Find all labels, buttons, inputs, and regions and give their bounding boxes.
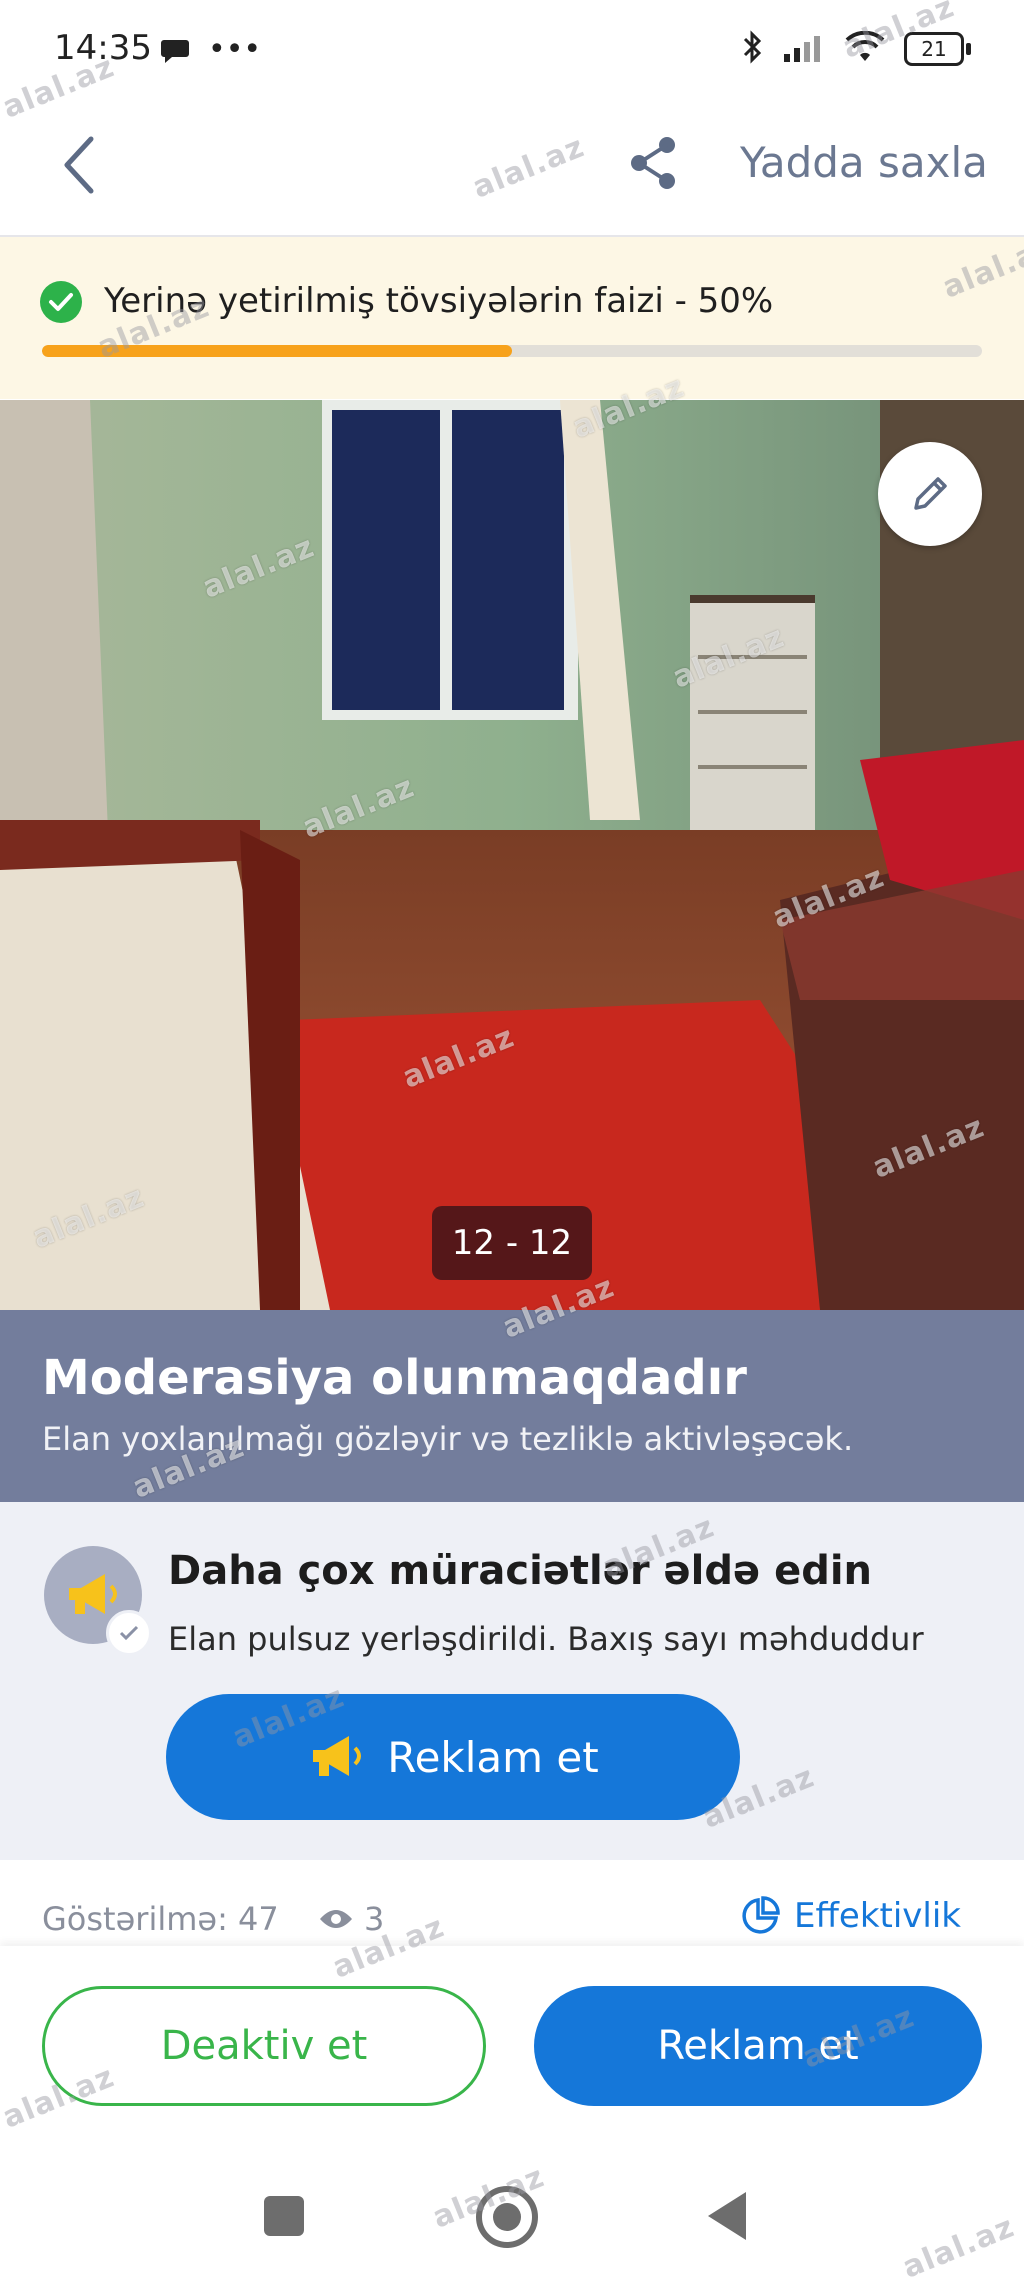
check-circle-icon [40, 281, 82, 323]
promo-card: Daha çox müraciətlər əldə edin Elan puls… [0, 1502, 1024, 1860]
room-photo-illustration [0, 400, 1024, 1310]
save-button[interactable]: Yadda saxla [740, 138, 988, 187]
wifi-icon [844, 30, 886, 67]
recents-button[interactable] [264, 2196, 304, 2236]
moderation-title: Moderasiya olunmaqdadır [42, 1350, 747, 1406]
check-badge-icon [106, 1610, 152, 1656]
progress-bar [42, 345, 982, 357]
promote-button-label: Reklam et [387, 1732, 599, 1782]
recommendations-progress: Yerinə yetirilmiş tövsiyələrin faizi - 5… [0, 237, 1024, 399]
promo-subtitle: Elan pulsuz yerləşdirildi. Baxış sayı mə… [168, 1620, 924, 1658]
advertise-button[interactable]: Reklam et [534, 1986, 982, 2106]
status-bar: 14:35 ••• 21 [0, 0, 1024, 100]
moderation-subtitle: Elan yoxlanılmağı gözləyir və tezliklə a… [42, 1420, 854, 1458]
progress-label: Yerinə yetirilmiş tövsiyələrin faizi - 5… [104, 281, 774, 321]
effectiveness-label: Effektivlik [794, 1896, 961, 1936]
system-nav-bar [0, 2116, 1024, 2276]
home-dot-icon [493, 2203, 521, 2231]
promo-title: Daha çox müraciətlər əldə edin [168, 1548, 873, 1594]
deactivate-button[interactable]: Deaktiv et [42, 1986, 486, 2106]
edit-photo-button[interactable] [878, 442, 982, 546]
megaphone-icon [313, 1736, 362, 1776]
system-icons: 21 [742, 30, 971, 68]
share-button[interactable] [618, 128, 688, 198]
views-value: 3 [364, 1900, 385, 1938]
top-bar: Yadda saxla [0, 100, 1024, 237]
signal-icon [782, 32, 826, 66]
action-bar: Deaktiv et Reklam et [0, 1946, 1024, 2116]
listing-photo[interactable] [0, 400, 1024, 1310]
pie-chart-icon [742, 1896, 780, 1934]
impressions-count: Göstərilmə: 47 [42, 1900, 279, 1938]
moderation-banner: Moderasiya olunmaqdadır Elan yoxlanılmağ… [0, 1310, 1024, 1502]
photo-counter: 12 - 12 [432, 1206, 592, 1280]
back-button[interactable] [44, 130, 114, 200]
pencil-icon [914, 477, 947, 510]
chat-notification-icon [160, 38, 190, 68]
home-button[interactable] [476, 2186, 538, 2248]
views-count: 3 [318, 1900, 384, 1938]
eye-icon [320, 1910, 352, 1928]
bluetooth-icon [742, 30, 764, 68]
system-back-button[interactable] [708, 2192, 746, 2240]
status-time: 14:35 [54, 28, 152, 68]
promote-button[interactable]: Reklam et [166, 1694, 740, 1820]
chevron-left-icon [64, 136, 94, 194]
progress-bar-fill [42, 345, 512, 357]
battery-indicator: 21 [904, 32, 971, 66]
megaphone-icon [69, 1574, 117, 1614]
more-notifications-icon: ••• [208, 32, 262, 67]
effectiveness-link[interactable]: Effektivlik [740, 1896, 961, 1936]
share-icon [631, 137, 675, 189]
listing-stats: Göstərilmə: 47 3 Effektivlik [0, 1862, 1024, 1946]
